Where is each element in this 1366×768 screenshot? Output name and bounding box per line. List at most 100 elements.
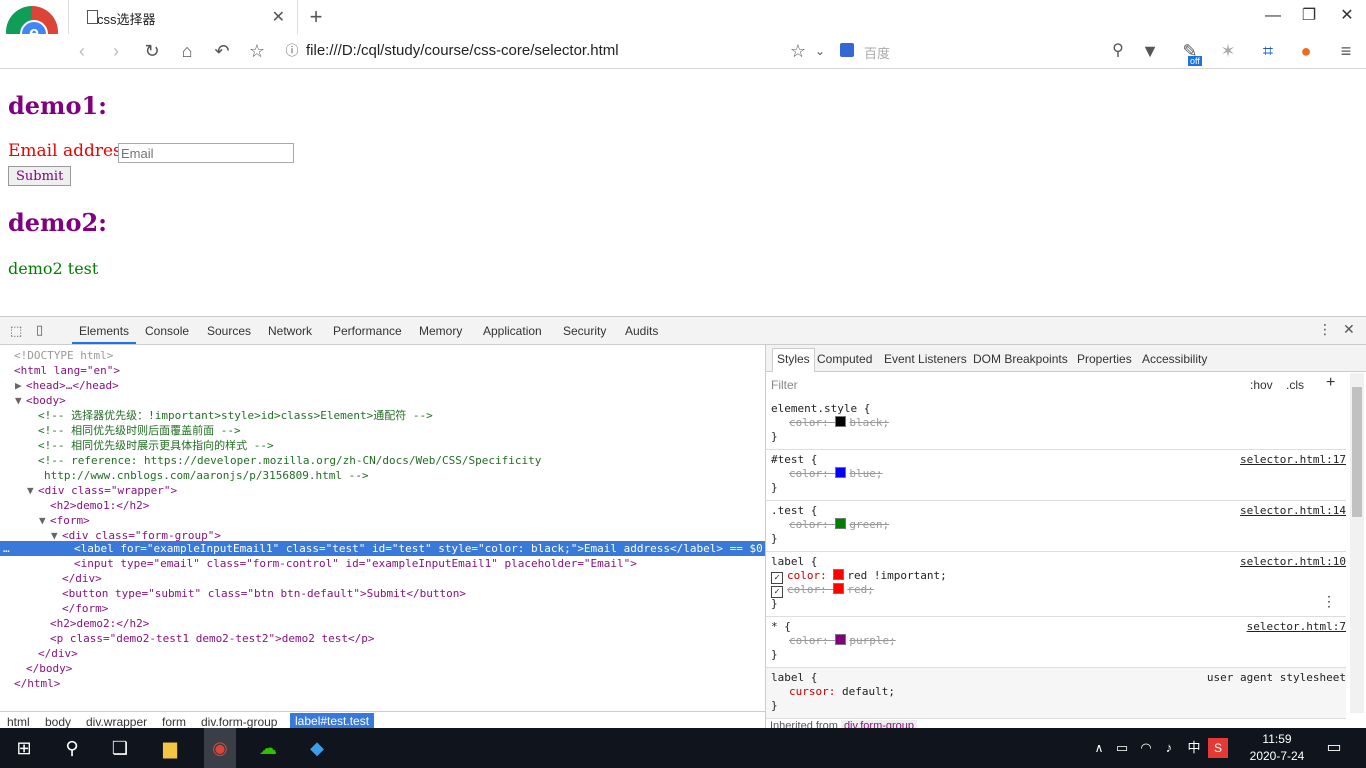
breadcrumb-item[interactable]: form (162, 715, 186, 729)
wifi-icon[interactable]: ◠ (1134, 736, 1158, 760)
minimize-button[interactable]: — (1256, 4, 1290, 28)
dom-line[interactable]: <h2>demo2:</h2> (50, 616, 149, 631)
dom-line[interactable]: <!DOCTYPE html> (14, 348, 113, 363)
dom-line[interactable]: </div> (38, 646, 78, 661)
cls-toggle[interactable]: .cls (1286, 378, 1304, 392)
rule-selector[interactable]: label { (771, 671, 817, 685)
tab-network[interactable]: Network (268, 324, 312, 338)
tab-properties[interactable]: Properties (1077, 352, 1132, 366)
rule-source-link[interactable]: selector.html:10 (1240, 555, 1346, 568)
more-options-icon[interactable]: ⋮ (1318, 321, 1332, 338)
rule-declaration[interactable]: color: black; (789, 416, 889, 430)
color-swatch[interactable] (835, 416, 847, 427)
dom-line[interactable]: <html lang="en"> (14, 363, 120, 378)
email-field[interactable] (118, 143, 294, 163)
ime-indicator[interactable]: 中 (1182, 736, 1206, 760)
dom-line[interactable]: <!-- 选择器优先级：!important>style>id>class>El… (38, 408, 433, 423)
filter-input[interactable]: Filter (771, 378, 798, 392)
menu-icon[interactable]: ≡ (1334, 39, 1358, 63)
dom-line[interactable]: <body> (26, 393, 66, 408)
rule-declaration[interactable]: cursor: default; (789, 685, 895, 699)
rule-source-link[interactable]: selector.html:17 (1240, 453, 1346, 466)
search-icon[interactable]: ⚲ (1106, 39, 1130, 63)
expand-arrow-icon[interactable]: ▶ (15, 378, 22, 393)
tab-dom-breakpoints[interactable]: DOM Breakpoints (973, 352, 1068, 366)
tab-application[interactable]: Application (483, 324, 542, 338)
dom-line[interactable]: </div> (62, 571, 102, 586)
hov-toggle[interactable]: :hov (1250, 378, 1273, 392)
file-explorer-icon[interactable]: ▆ (158, 736, 182, 760)
browser-tab[interactable]: css选择器 ✕ (68, 0, 298, 34)
color-swatch[interactable] (835, 634, 847, 645)
chevron-down-icon[interactable]: ⌄ (808, 39, 832, 63)
tab-close-icon[interactable]: ✕ (272, 7, 285, 27)
back-icon[interactable]: ‹ (70, 39, 94, 63)
sogou-icon[interactable]: S (1208, 738, 1228, 758)
collapse-arrow-icon[interactable]: ▼ (51, 528, 58, 543)
breadcrumb-item[interactable]: div.form-group (201, 715, 277, 729)
favorite-star-icon[interactable]: ☆ (245, 39, 269, 63)
rule-declaration[interactable]: color: green; (789, 518, 889, 532)
rule-selector[interactable]: .test { (771, 504, 817, 518)
dom-line[interactable]: <div class="wrapper"> (38, 483, 177, 498)
color-swatch[interactable] (833, 583, 845, 594)
inspect-icon[interactable]: ⬚ (10, 323, 22, 339)
task-view-icon[interactable]: ❏ (108, 736, 132, 760)
dom-line[interactable]: <h2>demo1:</h2> (50, 498, 149, 513)
dom-line-selected[interactable]: <label for="exampleInputEmail1" class="t… (74, 541, 763, 556)
device-toggle-icon[interactable]: ▯ (36, 322, 43, 338)
extension-filter-icon[interactable]: ▼ (1138, 39, 1162, 63)
close-window-button[interactable]: ✕ (1330, 4, 1364, 28)
tab-elements[interactable]: Elements (79, 324, 129, 338)
volume-icon[interactable]: ♪ (1157, 736, 1181, 760)
tab-sources[interactable]: Sources (207, 324, 251, 338)
new-tab-button[interactable]: + (306, 4, 326, 30)
collapse-arrow-icon[interactable]: ▼ (39, 513, 46, 528)
tab-console[interactable]: Console (145, 324, 189, 338)
collapse-arrow-icon[interactable]: ▼ (27, 483, 34, 498)
submit-button[interactable]: Submit (8, 166, 72, 186)
rule-declaration[interactable]: ✓ color: red !important; (771, 569, 947, 584)
tab-performance[interactable]: Performance (333, 324, 402, 338)
tab-audits[interactable]: Audits (625, 324, 658, 338)
new-rule-icon[interactable]: + (1326, 374, 1335, 392)
circle-extension-icon[interactable]: ● (1294, 39, 1318, 63)
rule-declaration[interactable]: ✓ color: red; (771, 583, 874, 598)
color-swatch[interactable] (833, 569, 845, 580)
color-swatch[interactable] (835, 467, 847, 478)
reload-icon[interactable]: ↻ (140, 39, 164, 63)
rule-declaration[interactable]: color: purple; (789, 634, 896, 648)
rule-source-link[interactable]: selector.html:14 (1240, 504, 1346, 517)
rule-declaration[interactable]: color: blue; (789, 467, 882, 481)
dom-line[interactable]: <!-- reference: https://developer.mozill… (38, 453, 541, 468)
clock[interactable]: 11:59 2020-7-24 (1244, 731, 1310, 765)
puzzle-icon[interactable]: ✶ (1216, 39, 1240, 63)
tab-accessibility[interactable]: Accessibility (1142, 352, 1207, 366)
dom-line[interactable]: </form> (62, 601, 108, 616)
address-bar[interactable]: file:///D:/cql/study/course/css-core/sel… (306, 42, 619, 59)
tab-computed[interactable]: Computed (817, 352, 872, 366)
notification-icon[interactable]: ▭ (1322, 736, 1346, 760)
home-icon[interactable]: ⌂ (175, 39, 199, 63)
restore-button[interactable]: ❐ (1292, 4, 1326, 28)
rule-selector[interactable]: element.style { (771, 402, 870, 416)
dom-line[interactable]: <!-- 相同优先级时展示更具体指向的样式 --> (38, 438, 274, 453)
breadcrumb-item-selected[interactable]: label#test.test (290, 713, 375, 729)
dom-line[interactable]: <!-- 相同优先级时则后面覆盖前面 --> (38, 423, 241, 438)
close-devtools-icon[interactable]: ✕ (1343, 321, 1355, 338)
battery-icon[interactable]: ▭ (1110, 736, 1134, 760)
rule-selector[interactable]: label { (771, 555, 817, 569)
breadcrumb-item[interactable]: body (45, 715, 71, 729)
bookmark-star-icon[interactable]: ☆ (786, 39, 810, 63)
dom-line[interactable]: </html> (14, 676, 60, 691)
tab-memory[interactable]: Memory (419, 324, 462, 338)
styles-scrollbar[interactable] (1350, 373, 1364, 713)
dom-line[interactable]: <head>…</head> (26, 378, 119, 393)
forward-icon[interactable]: › (104, 39, 128, 63)
dom-line[interactable]: http://www.cnblogs.com/aaronjs/p/3156809… (44, 468, 369, 483)
windows-start-icon[interactable]: ⊞ (12, 736, 36, 760)
dom-line[interactable]: <form> (50, 513, 90, 528)
dom-line[interactable]: <button type="submit" class="btn btn-def… (62, 586, 466, 601)
search-icon[interactable]: ⚲ (60, 736, 84, 760)
collapse-arrow-icon[interactable]: ▼ (15, 393, 22, 408)
